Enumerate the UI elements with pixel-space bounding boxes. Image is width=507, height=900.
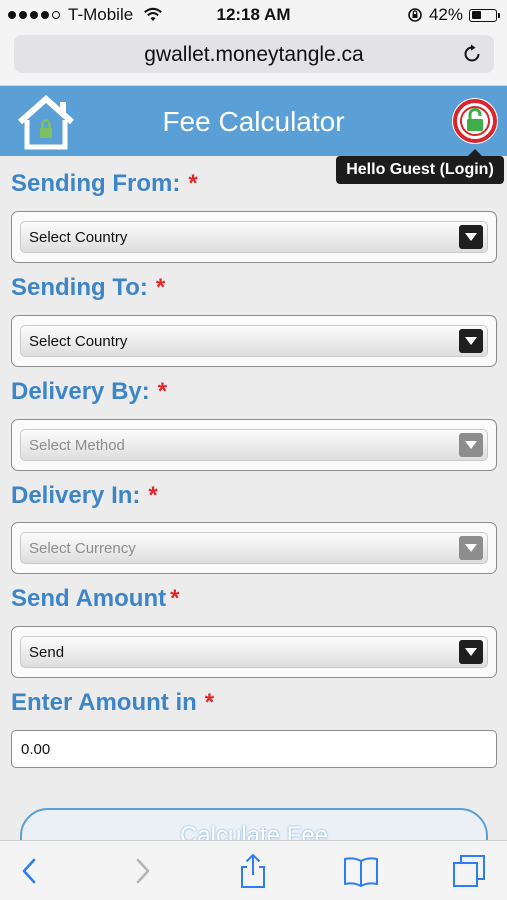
delivery-method-select[interactable]: Select Method	[20, 429, 488, 461]
login-tooltip: Hello Guest (Login)	[336, 149, 504, 184]
sending-from-select[interactable]: Select Country	[20, 221, 488, 253]
tabs-icon[interactable]	[451, 853, 487, 889]
required-mark: *	[157, 378, 168, 405]
orientation-lock-icon	[408, 8, 422, 22]
send-amount-select[interactable]: Send	[20, 636, 488, 668]
required-mark: *	[148, 482, 158, 509]
delivery-in-label: Delivery In: *	[11, 482, 158, 509]
app-header: Fee Calculator	[0, 86, 507, 156]
amount-input[interactable]: 0.00	[11, 730, 497, 768]
bookmarks-icon[interactable]	[343, 853, 379, 889]
delivery-by-label: Delivery By: *	[11, 378, 168, 405]
address-bar[interactable]: gwallet.moneytangle.ca	[14, 35, 494, 73]
dropdown-arrow-icon	[459, 640, 483, 664]
dropdown-arrow-icon	[459, 329, 483, 353]
lock-icon	[453, 99, 497, 143]
delivery-currency-select[interactable]: Select Currency	[20, 532, 488, 564]
required-mark: *	[188, 170, 198, 197]
delivery-in-field: Select Currency	[11, 522, 497, 574]
forward-icon[interactable]	[124, 853, 160, 889]
sending-to-field: Select Country	[11, 315, 497, 367]
required-mark: *	[155, 274, 166, 301]
sending-from-label: Sending From: *	[11, 170, 198, 197]
status-bar: T-Mobile 12:18 AM 42%	[0, 0, 507, 30]
required-mark: *	[170, 585, 180, 612]
dropdown-arrow-icon	[459, 433, 483, 457]
battery-icon	[469, 8, 500, 22]
required-mark: *	[204, 689, 215, 716]
battery-percent: 42%	[428, 5, 463, 24]
sending-to-label: Sending To: *	[11, 274, 166, 301]
delivery-by-field: Select Method	[11, 419, 497, 471]
sending-to-select[interactable]: Select Country	[20, 325, 488, 357]
browser-address-area: gwallet.moneytangle.ca	[0, 30, 507, 86]
url-text: gwallet.moneytangle.ca	[144, 43, 364, 66]
enter-amount-label: Enter Amount in *	[11, 689, 215, 716]
dropdown-arrow-icon	[459, 536, 483, 560]
browser-toolbar	[0, 840, 507, 900]
page-title: Fee Calculator	[162, 106, 345, 137]
sending-from-field: Select Country	[11, 211, 497, 263]
share-icon[interactable]	[235, 853, 271, 889]
back-icon[interactable]	[12, 853, 48, 889]
login-button[interactable]	[452, 98, 498, 144]
send-amount-field: Send	[11, 626, 497, 678]
dropdown-arrow-icon	[459, 225, 483, 249]
send-amount-label: Send Amount *	[11, 585, 180, 612]
reload-icon[interactable]	[460, 42, 484, 66]
